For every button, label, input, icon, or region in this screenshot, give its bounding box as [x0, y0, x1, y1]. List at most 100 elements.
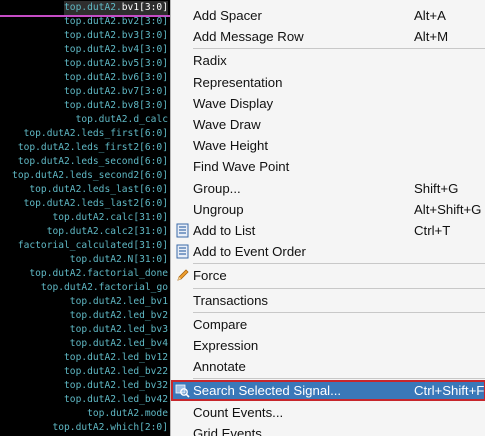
- signal-row[interactable]: top.dutA2.led_bv2: [70, 309, 168, 323]
- signal-row[interactable]: top.dutA2.led_bv12: [64, 351, 168, 365]
- signal-name: top.dutA2.bv8[3:0]: [64, 100, 168, 111]
- signal-name: top.dutA2.mode: [87, 408, 168, 419]
- signal-row[interactable]: top.dutA2.calc2[31:0]: [47, 225, 168, 239]
- search-signal-icon: [175, 383, 190, 398]
- menu-item-wave-display[interactable]: Wave Display: [171, 93, 485, 114]
- signal-name: top.dutA2.bv2[3:0]: [64, 16, 168, 27]
- signal-name: top.dutA2.calc2[31:0]: [46, 226, 168, 237]
- signal-name: top.dutA2.bv3[3:0]: [64, 30, 168, 41]
- menu-item-label: Wave Display: [193, 95, 274, 111]
- signal-row[interactable]: top.dutA2.bv1[3:0]: [64, 1, 168, 15]
- menu-item-label: Expression: [193, 338, 259, 353]
- menu-item-label: Radix: [193, 53, 227, 69]
- menu-item-label: Add Message Row: [193, 29, 304, 45]
- menu-item-label: Compare: [193, 316, 248, 332]
- signal-row[interactable]: top.dutA2.which[2:0]: [52, 421, 168, 435]
- signal-row[interactable]: top.dutA2.bv5[3:0]: [64, 57, 168, 71]
- menu-separator: [193, 378, 485, 380]
- menu-item-add-message-row[interactable]: Add Message Row Alt+M: [171, 26, 485, 47]
- list-icon: [175, 244, 190, 259]
- signal-name: top.dutA2.led_bv12: [64, 352, 168, 363]
- menu-item-ungroup[interactable]: Ungroup Alt+Shift+G: [171, 199, 485, 220]
- signal-name: top.dutA2.led_bv32: [64, 380, 168, 391]
- signal-name: top.dutA2.led_bv2: [69, 310, 168, 321]
- menu-item-label: Transactions: [193, 292, 269, 308]
- signal-row[interactable]: top.dutA2.leds_second2[6:0]: [12, 169, 168, 183]
- signal-row[interactable]: top.dutA2.bv7[3:0]: [64, 85, 168, 99]
- menu-item-count-events[interactable]: Count Events...: [171, 402, 485, 423]
- signal-row[interactable]: top.dutA2.factorial_done: [29, 267, 168, 281]
- signal-row[interactable]: top.dutA2.N[31:0]: [70, 253, 168, 267]
- menu-item-label: Wave Height: [193, 138, 269, 154]
- menu-item-label: Group...: [193, 180, 241, 196]
- menu-item-force[interactable]: Force: [171, 265, 485, 286]
- signal-name: top.dutA2.led_bv42: [64, 394, 168, 405]
- signal-row[interactable]: factorial_calculated[31:0]: [18, 239, 168, 253]
- menu-item-compare[interactable]: Compare: [171, 314, 485, 335]
- menu-item-shortcut: Ctrl+Shift+F: [414, 383, 485, 399]
- signal-row[interactable]: top.dutA2.leds_last2[6:0]: [24, 197, 168, 211]
- signal-name: top.dutA2.factorial_done: [29, 268, 168, 279]
- menu-item-grid-events[interactable]: Grid Events...: [171, 423, 485, 436]
- signal-name: top.dutA2.leds_first2[6:0]: [17, 142, 168, 153]
- list-icon: [175, 223, 190, 238]
- signal-row[interactable]: top.dutA2.led_bv22: [64, 365, 168, 379]
- signal-name: top.dutA2.led_bv3: [69, 324, 168, 335]
- menu-item-label: Add Spacer: [193, 8, 262, 23]
- signal-name: top.dutA2.leds_last2[6:0]: [23, 198, 168, 209]
- menu-item-wave-draw[interactable]: Wave Draw: [171, 114, 485, 135]
- menu-item-shortcut: Alt+Shift+G: [414, 201, 482, 217]
- menu-item-label: Annotate: [193, 359, 246, 375]
- menu-item-add-to-event-order[interactable]: Add to Event Order: [171, 241, 485, 262]
- menu-item-wave-height[interactable]: Wave Height: [171, 135, 485, 156]
- signal-row[interactable]: top.dutA2.led_bv42: [64, 393, 168, 407]
- signal-row[interactable]: top.dutA2.led_bv1: [70, 295, 168, 309]
- signal-row[interactable]: top.dutA2.led_bv3: [70, 323, 168, 337]
- menu-item-search-selected-signal[interactable]: Search Selected Signal... Ctrl+Shift+F: [171, 380, 485, 402]
- pencil-icon: [175, 268, 190, 283]
- signal-row[interactable]: top.dutA2.bv3[3:0]: [64, 29, 168, 43]
- signal-name: top.dutA2.bv6[3:0]: [64, 72, 168, 83]
- signal-name: top.dutA2.which[2:0]: [52, 422, 168, 433]
- menu-item-label: Add to List: [193, 223, 256, 238]
- menu-item-label: Find Wave Point: [193, 159, 290, 175]
- signal-row[interactable]: top.dutA2.calc[31:0]: [52, 211, 168, 225]
- signal-name: top.dutA2.leds_last[6:0]: [29, 184, 168, 195]
- signal-name-list[interactable]: top.dutA2.bv1[3:0] top.dutA2.bv2[3:0] top.…: [0, 0, 170, 436]
- signal-row[interactable]: top.dutA2.bv4[3:0]: [64, 43, 168, 57]
- signal-name: top.dutA2.led_bv1: [69, 296, 168, 307]
- menu-item-find-wave-point[interactable]: Find Wave Point: [171, 156, 485, 177]
- signal-row[interactable]: top.dutA2.bv8[3:0]: [64, 99, 168, 113]
- menu-item-label: Count Events...: [193, 404, 284, 420]
- signal-row[interactable]: top.dutA2.leds_second[6:0]: [18, 155, 168, 169]
- signal-name: top.dutA2.calc[31:0]: [52, 212, 168, 223]
- menu-item-radix[interactable]: Radix: [171, 50, 485, 71]
- menu-item-annotate[interactable]: Annotate: [171, 356, 485, 377]
- signal-row[interactable]: top.dutA2.led_bv4: [70, 337, 168, 351]
- signal-row[interactable]: top.dutA2.d_calc: [76, 113, 168, 127]
- menu-item-label: Add to Event Order: [193, 244, 306, 260]
- signal-name: top.dutA2.N[31:0]: [69, 254, 168, 265]
- menu-item-label: Search Selected Signal...: [193, 383, 342, 399]
- menu-item-shortcut: Ctrl+T: [414, 223, 451, 238]
- signal-name: top.dutA2.bv4[3:0]: [64, 44, 168, 55]
- menu-item-label: Ungroup: [193, 201, 244, 217]
- signal-row[interactable]: top.dutA2.leds_first2[6:0]: [18, 141, 168, 155]
- signal-name: top.dutA2.: [64, 2, 122, 13]
- menu-item-representation[interactable]: Representation: [171, 72, 485, 93]
- signal-row[interactable]: top.dutA2.leds_last[6:0]: [29, 183, 168, 197]
- signal-row[interactable]: top.dutA2.bv2[3:0]: [64, 15, 168, 29]
- menu-item-add-spacer[interactable]: Add Spacer Alt+A: [171, 5, 485, 26]
- signal-row[interactable]: top.dutA2.led_bv32: [64, 379, 168, 393]
- signal-row[interactable]: top.dutA2.mode: [87, 407, 168, 421]
- signal-row[interactable]: top.dutA2.factorial_go: [41, 281, 168, 295]
- menu-item-expression[interactable]: Expression: [171, 335, 485, 356]
- signal-row[interactable]: top.dutA2.bv6[3:0]: [64, 71, 168, 85]
- signal-name-suffix: bv1[3:0]: [121, 2, 168, 13]
- signal-name: factorial_calculated[31:0]: [17, 240, 168, 251]
- signal-row[interactable]: top.dutA2.leds_first[6:0]: [24, 127, 168, 141]
- signal-name: top.dutA2.leds_first[6:0]: [23, 128, 168, 139]
- menu-item-group[interactable]: Group... Shift+G: [171, 178, 485, 199]
- menu-item-transactions[interactable]: Transactions: [171, 290, 485, 311]
- menu-item-add-to-list[interactable]: Add to List Ctrl+T: [171, 220, 485, 241]
